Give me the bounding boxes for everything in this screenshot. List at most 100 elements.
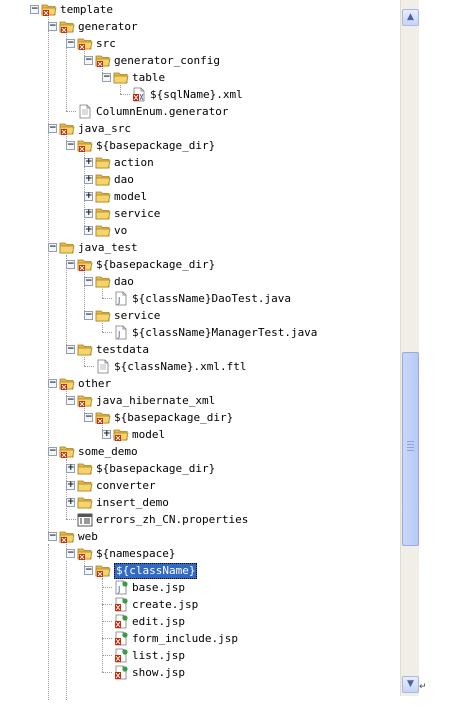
collapse-toggle-icon[interactable]: − — [66, 39, 75, 48]
tree-item-model[interactable]: + model — [0, 426, 400, 443]
tree-connector-line — [102, 587, 112, 588]
jsp-error-file-icon — [113, 597, 129, 612]
tree-item-dao[interactable]: − dao — [0, 273, 400, 290]
collapse-toggle-icon[interactable]: − — [66, 260, 75, 269]
tree-item-java-test[interactable]: − java_test — [0, 239, 400, 256]
tree-item-other[interactable]: − other — [0, 375, 400, 392]
tree-item-label: model — [114, 190, 148, 203]
tree-item-dao[interactable]: + dao — [0, 171, 400, 188]
package-folder-icon — [77, 546, 93, 561]
tree-item-label: converter — [96, 479, 156, 492]
tree-item-java-hibernate-xml[interactable]: − java_hibernate_xml — [0, 392, 400, 409]
tree-item-basepackage-dir[interactable]: − ${basepackage_dir} — [0, 409, 400, 426]
collapse-toggle-icon[interactable]: − — [84, 566, 93, 575]
expand-toggle-icon[interactable]: + — [66, 464, 75, 473]
expand-toggle-icon[interactable]: + — [84, 192, 93, 201]
collapse-toggle-icon[interactable]: − — [84, 277, 93, 286]
folder-icon — [77, 342, 93, 357]
tree-item-service[interactable]: + service — [0, 205, 400, 222]
collapse-toggle-icon[interactable]: − — [30, 5, 39, 14]
tree-item-edit-jsp[interactable]: edit.jsp — [0, 613, 400, 630]
tree-item-label: ${basepackage_dir} — [96, 258, 216, 271]
collapse-toggle-icon[interactable]: − — [66, 141, 75, 150]
expand-toggle-icon[interactable]: + — [102, 430, 111, 439]
tree-item-converter[interactable]: + converter — [0, 477, 400, 494]
tree-item-generator[interactable]: − generator — [0, 18, 400, 35]
tree-item-label: ColumnEnum.generator — [96, 105, 229, 118]
scroll-up-arrow-icon[interactable]: ▲ — [402, 9, 419, 26]
tree-connector-line — [66, 111, 76, 112]
tree-item-table[interactable]: − table — [0, 69, 400, 86]
tree-connector-line — [102, 672, 112, 673]
collapse-toggle-icon[interactable]: − — [84, 413, 93, 422]
tree-item-testdata[interactable]: − testdata — [0, 341, 400, 358]
collapse-toggle-icon[interactable]: − — [66, 345, 75, 354]
collapse-toggle-icon[interactable]: − — [102, 73, 111, 82]
tree-item-label: table — [132, 71, 166, 84]
folder-icon — [59, 240, 75, 255]
collapse-toggle-icon[interactable]: − — [48, 532, 57, 541]
tree-item-base-jsp[interactable]: Jbase.jsp — [0, 579, 400, 596]
package-folder-icon — [77, 393, 93, 408]
tree-item-classname[interactable]: − ${className} — [0, 562, 400, 579]
expand-toggle-icon[interactable]: + — [84, 158, 93, 167]
properties-file-icon — [77, 512, 93, 527]
tree-item-some-demo[interactable]: − some_demo — [0, 443, 400, 460]
tree-item-service[interactable]: − service — [0, 307, 400, 324]
expand-toggle-icon[interactable]: + — [66, 481, 75, 490]
vertical-scrollbar[interactable]: ▲ ▼ — [400, 0, 419, 696]
expand-toggle-icon[interactable]: + — [66, 498, 75, 507]
tree-item-template[interactable]: − template — [0, 1, 400, 18]
tree-item-src[interactable]: − src — [0, 35, 400, 52]
tree-item-sqlname-xml[interactable]: ${sqlName}.xml — [0, 86, 400, 103]
tree-item-columnenum-generator[interactable]: ColumnEnum.generator — [0, 103, 400, 120]
tree-item-web[interactable]: − web — [0, 528, 400, 545]
tree-item-label: generator_config — [114, 54, 220, 67]
expand-toggle-icon[interactable]: + — [84, 175, 93, 184]
collapse-toggle-icon[interactable]: − — [84, 311, 93, 320]
tree-item-classname-managertest-java[interactable]: J ${className}ManagerTest.java — [0, 324, 400, 341]
tree-item-insert-demo[interactable]: + insert_demo — [0, 494, 400, 511]
tree-item-java-src[interactable]: − java_src — [0, 120, 400, 137]
collapse-toggle-icon[interactable]: − — [48, 447, 57, 456]
folder-icon — [95, 172, 111, 187]
expand-toggle-icon[interactable]: + — [84, 209, 93, 218]
tree-item-generator-config[interactable]: − generator_config — [0, 52, 400, 69]
tree-item-label: java_hibernate_xml — [96, 394, 216, 407]
tree-item-basepackage-dir[interactable]: − ${basepackage_dir} — [0, 256, 400, 273]
tree-item-action[interactable]: + action — [0, 154, 400, 171]
java-file-icon: J — [113, 325, 129, 340]
tree-item-label: ${className}DaoTest.java — [132, 292, 291, 305]
tree-item-list-jsp[interactable]: list.jsp — [0, 647, 400, 664]
tree-item-namespace[interactable]: − ${namespace} — [0, 545, 400, 562]
tree-item-classname-daotest-java[interactable]: J ${className}DaoTest.java — [0, 290, 400, 307]
tree-item-vo[interactable]: + vo — [0, 222, 400, 239]
tree-item-model[interactable]: + model — [0, 188, 400, 205]
expand-toggle-icon[interactable]: + — [84, 226, 93, 235]
collapse-toggle-icon[interactable]: − — [48, 124, 57, 133]
tree-item-basepackage-dir[interactable]: − ${basepackage_dir} — [0, 137, 400, 154]
tree-item-show-jsp[interactable]: show.jsp — [0, 664, 400, 681]
tree-item-form-include-jsp[interactable]: form_include.jsp — [0, 630, 400, 647]
tree-item-create-jsp[interactable]: create.jsp — [0, 596, 400, 613]
collapse-toggle-icon[interactable]: − — [48, 379, 57, 388]
package-folder-icon — [95, 410, 111, 425]
svg-text:J: J — [117, 330, 120, 339]
collapse-toggle-icon[interactable]: − — [48, 22, 57, 31]
tree-item-label: insert_demo — [96, 496, 169, 509]
tree-item-label: service — [114, 207, 161, 220]
scroll-down-arrow-icon[interactable]: ▼ — [402, 676, 419, 693]
tree-item-basepackage-dir[interactable]: + ${basepackage_dir} — [0, 460, 400, 477]
collapse-toggle-icon[interactable]: − — [84, 56, 93, 65]
scrollbar-thumb[interactable] — [402, 352, 419, 546]
tree-item-label: src — [96, 37, 116, 50]
collapse-toggle-icon[interactable]: − — [66, 549, 75, 558]
tree-item-classname-xml-ftl[interactable]: ${className}.xml.ftl — [0, 358, 400, 375]
tree-item-label: ${namespace} — [96, 547, 176, 560]
package-folder-icon — [59, 529, 75, 544]
tree-item-errors-zh-cn-properties[interactable]: errors_zh_CN.properties — [0, 511, 400, 528]
tree-item-label: testdata — [96, 343, 149, 356]
package-folder-icon — [41, 2, 57, 17]
collapse-toggle-icon[interactable]: − — [66, 396, 75, 405]
collapse-toggle-icon[interactable]: − — [48, 243, 57, 252]
